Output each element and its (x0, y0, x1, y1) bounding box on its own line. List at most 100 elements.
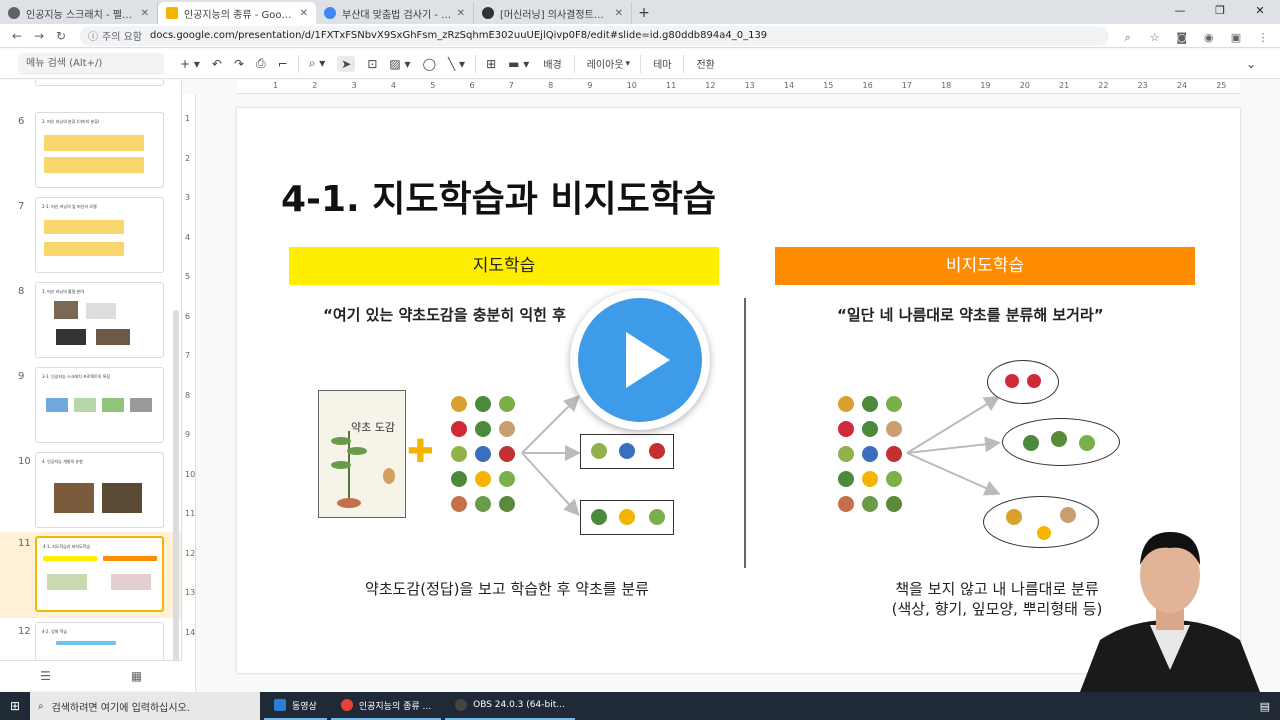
ruler-tick: 21 (1059, 81, 1070, 90)
thumb-graphic (96, 329, 130, 345)
category-box[interactable] (580, 500, 674, 535)
input-tools-icon[interactable]: ▬ ▾ (508, 57, 529, 71)
layout-button[interactable]: 레이아웃 (587, 56, 624, 71)
slide-thumbnail-8[interactable]: 8 3. 머신 러닝의 활용 분야 (0, 282, 172, 362)
ruler-tick: 5 (430, 81, 436, 90)
close-icon[interactable]: ✕ (457, 8, 465, 19)
forward-icon[interactable]: → (28, 29, 50, 43)
slide-thumbnail-9[interactable]: 9 3-1. 인공지능 스크래치 프로젝트의 특징 (0, 367, 172, 447)
list-view-icon[interactable]: ☰ (0, 661, 91, 690)
herb-icon (862, 446, 878, 462)
url-field[interactable]: ⓘ 주의 요함 docs.google.com/presentation/d/1… (80, 25, 1109, 46)
herb-icon (475, 496, 491, 512)
menu-search-input[interactable]: 메뉴 검색 (Alt+/) (18, 52, 164, 75)
minimize-icon[interactable]: — (1160, 0, 1200, 22)
browser-tab-active[interactable]: 인공지능의 종류 - Google 프레... ✕ (158, 2, 316, 24)
browser-tab[interactable]: 인공지능 스크래치 - 펠로소프트 ✕ (0, 2, 158, 24)
ruler-tick: 9 (185, 430, 191, 439)
cluster-ellipse[interactable] (1002, 418, 1120, 466)
textbox-icon[interactable]: ⊡ (367, 57, 377, 71)
collapse-icon[interactable]: ⌄ (1246, 57, 1256, 71)
windows-start-icon[interactable]: ⊞ (0, 699, 30, 713)
extension-icon[interactable]: ▣ (1225, 31, 1247, 44)
slide-thumbnail-7[interactable]: 7 2-1. 머신 러닝의 앞 머신러 모델 (0, 197, 172, 277)
new-tab-button[interactable]: + (632, 2, 656, 24)
cluster-ellipse[interactable] (987, 360, 1059, 404)
herb-icon (886, 421, 902, 437)
close-window-icon[interactable]: ✕ (1240, 0, 1280, 22)
slide-thumbnail-12[interactable]: 12 4-2. 강화 학습 (0, 622, 172, 660)
taskbar-item-video[interactable]: 동영상 (264, 692, 327, 720)
task-label: 인공지능의 종류 ... (358, 701, 432, 712)
toolbar-divider (573, 54, 575, 73)
close-icon[interactable]: ✕ (615, 8, 623, 19)
print-icon[interactable]: ⎙ (256, 56, 266, 71)
slide-thumbnail-6[interactable]: 6 2. 머신 러닝의 분류 (이미지 분류) (0, 112, 172, 192)
star-icon[interactable]: ☆ (1144, 31, 1166, 44)
video-play-button[interactable] (570, 290, 710, 430)
ruler-tick: 11 (666, 81, 677, 90)
filmstrip-scrollbar[interactable] (173, 310, 179, 660)
slide-thumb (35, 80, 164, 86)
more-icon[interactable]: ⋮ (1252, 31, 1274, 44)
slide-thumbnail-10[interactable]: 10 4. 인공지능 개발의 유형 (0, 452, 172, 532)
taskbar-search[interactable]: ⌕ 검색하려면 여기에 입력하십시오. (30, 692, 260, 720)
slide-thumb: 4. 인공지능 개발의 유형 (35, 452, 164, 528)
reload-icon[interactable]: ↻ (50, 29, 72, 43)
undo-icon[interactable]: ↶ (212, 57, 222, 71)
zoom-icon[interactable]: ⌕ (1117, 31, 1139, 45)
category-box[interactable] (580, 434, 674, 469)
slide-thumbnail-11[interactable]: 11 4-1. 지도학습과 비지도학습 (0, 532, 181, 618)
paint-format-icon[interactable]: ⌐ (278, 57, 288, 71)
horizontal-ruler: 1 2 3 4 5 6 7 8 9 10 11 12 13 14 15 16 17 18 19 20 21 22 23 24 2… (237, 80, 1240, 94)
thumb-graphic (47, 574, 87, 590)
taskbar-item-obs[interactable]: OBS 24.0.3 (64-bit... (445, 692, 575, 720)
address-bar-row: ← → ↻ ⓘ 주의 요함 docs.google.com/presentati… (0, 24, 1280, 48)
comment-icon[interactable]: ⊞ (486, 57, 496, 71)
theme-button[interactable]: 테마 (653, 56, 671, 71)
background-button[interactable]: 배경 (543, 56, 561, 71)
chrome-icon[interactable]: ◉ (1198, 31, 1220, 44)
redo-icon[interactable]: ↷ (234, 57, 244, 71)
herb-icon (475, 396, 491, 412)
herb-icon (475, 446, 491, 462)
thumb-graphic (56, 641, 116, 645)
ruler-tick: 22 (1098, 81, 1109, 90)
taskbar-item-chrome[interactable]: 인공지능의 종류 ... (330, 692, 442, 720)
chevron-down-icon[interactable]: ▾ (626, 59, 631, 69)
line-icon[interactable]: ╲ ▾ (448, 57, 465, 71)
back-icon[interactable]: ← (6, 29, 28, 43)
image-icon[interactable]: ▨ ▾ (389, 57, 410, 71)
notification-icon[interactable]: ▤ (1260, 700, 1280, 713)
transition-button[interactable]: 전환 (696, 56, 714, 71)
slide-thumbnail-5[interactable] (0, 80, 172, 90)
grid-view-icon[interactable]: ▦ (91, 661, 182, 690)
info-icon[interactable]: ⓘ (88, 28, 98, 43)
herb-icon (451, 446, 467, 462)
slide-thumb-title: 2-1. 머신 러닝의 앞 머신러 모델 (42, 204, 97, 209)
close-icon[interactable]: ✕ (141, 8, 149, 19)
obs-icon (455, 699, 468, 711)
herb-group (591, 443, 665, 459)
browser-tab[interactable]: [머신러닝] 의사결정트리 (Decisi... ✕ (474, 2, 632, 24)
zoom-tool-icon[interactable]: ⌕ ▾ (309, 56, 326, 71)
add-slide-icon[interactable]: + ▾ (180, 57, 200, 71)
close-icon[interactable]: ✕ (300, 8, 308, 19)
window-controls: — ❐ ✕ (1160, 0, 1280, 22)
shape-icon[interactable]: ◯ (423, 57, 436, 71)
thumb-graphic (44, 242, 124, 256)
herb-icon (838, 446, 854, 462)
slide-number: 8 (18, 286, 25, 297)
thumb-graphic (46, 398, 68, 412)
select-tool-icon[interactable]: ➤ (337, 55, 356, 72)
browser-tab[interactable]: 부산대 맞춤법 검사기 - Google ... ✕ (316, 2, 474, 24)
camera-icon[interactable]: ◙ (1171, 31, 1193, 44)
herb-icon (886, 446, 902, 462)
ruler-tick: 10 (626, 81, 637, 90)
herb-icon (499, 471, 515, 487)
supervised-caption[interactable]: 약초도감(정답)을 보고 학습한 후 약초를 분류 (337, 578, 677, 599)
herb-icon (499, 396, 515, 412)
slides-icon (166, 7, 178, 19)
herb-icon (862, 471, 878, 487)
maximize-icon[interactable]: ❐ (1200, 0, 1240, 22)
